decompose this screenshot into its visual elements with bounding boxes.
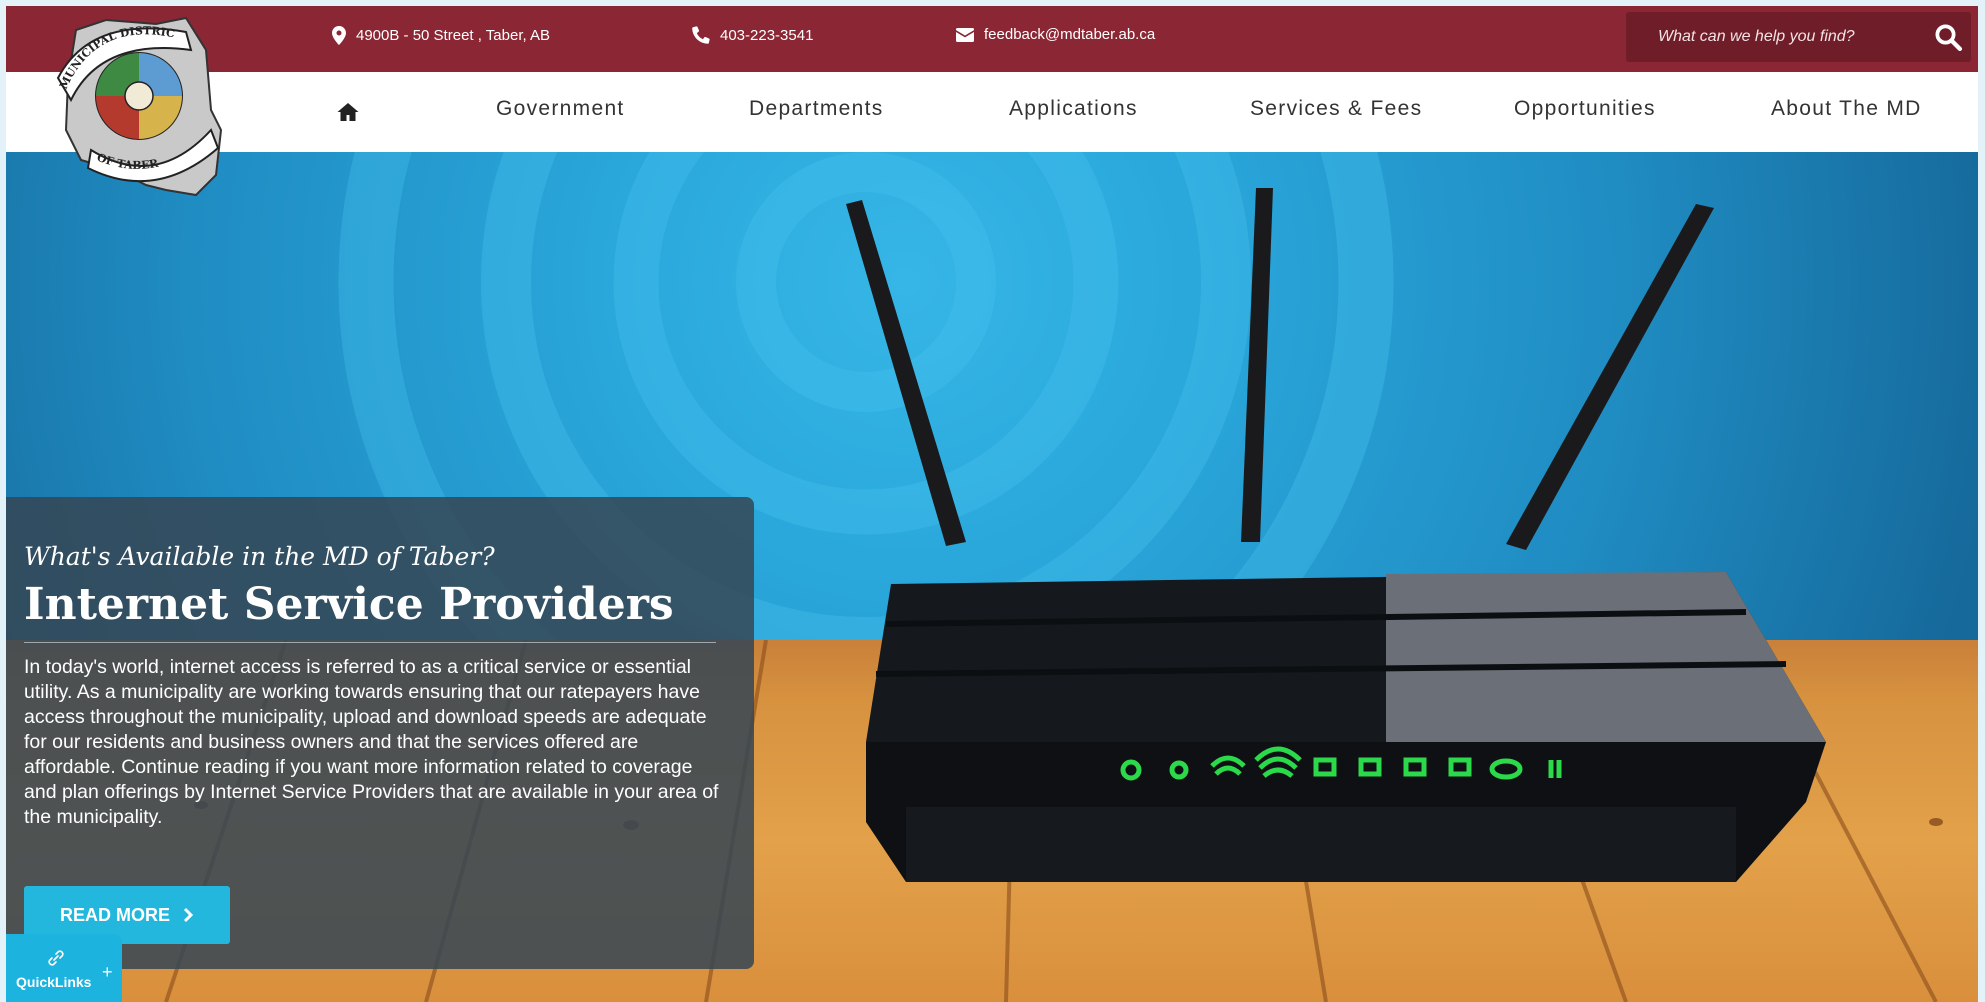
nav-item-opportunities[interactable]: Opportunities: [1514, 97, 1656, 121]
phone-text: 403-223-3541: [720, 26, 814, 44]
quicklinks-label: QuickLinks: [16, 974, 92, 990]
address-text: 4900B - 50 Street , Taber, AB: [356, 27, 551, 44]
plus-icon: +: [102, 962, 113, 982]
md-taber-logo[interactable]: MUNICIPAL DISTRICT OF TABER: [36, 10, 236, 200]
quicklinks-tab[interactable]: QuickLinks +: [6, 934, 122, 1002]
phone-link[interactable]: 403-223-3541: [692, 26, 813, 44]
nav-item-departments[interactable]: Departments: [749, 97, 884, 121]
hero-subtitle: What's Available in the MD of Taber?: [24, 542, 495, 571]
email-link[interactable]: feedback@mdtaber.ab.ca: [956, 26, 1155, 43]
envelope-icon: [956, 27, 974, 42]
phone-icon: [692, 26, 710, 44]
hero-banner: What's Available in the MD of Taber? Int…: [6, 152, 1978, 1002]
home-icon[interactable]: [336, 100, 360, 124]
nav-item-applications[interactable]: Applications: [1009, 97, 1138, 121]
search-icon[interactable]: [1933, 22, 1963, 52]
map-pin-icon: [332, 26, 346, 45]
chevron-right-icon: [183, 907, 194, 923]
main-nav: Government Departments Applications Serv…: [6, 72, 1978, 152]
search-box: [1626, 12, 1971, 62]
wifi-router-image: [846, 188, 1826, 882]
search-input[interactable]: [1626, 12, 1916, 62]
hero-title: Internet Service Providers: [24, 579, 674, 630]
email-text: feedback@mdtaber.ab.ca: [984, 26, 1156, 43]
nav-item-about[interactable]: About The MD: [1771, 97, 1922, 121]
hero-info-panel: What's Available in the MD of Taber? Int…: [6, 497, 754, 969]
nav-item-services-fees[interactable]: Services & Fees: [1250, 97, 1422, 121]
address-link[interactable]: 4900B - 50 Street , Taber, AB: [332, 26, 550, 45]
read-more-label: READ MORE: [59, 904, 170, 925]
title-divider: [24, 642, 716, 643]
nav-item-government[interactable]: Government: [496, 97, 625, 121]
hero-body-text: In today's world, internet access is ref…: [24, 656, 719, 828]
link-icon: [48, 950, 64, 966]
top-bar: 4900B - 50 Street , Taber, AB 403-223-35…: [6, 6, 1978, 72]
page-frame: 4900B - 50 Street , Taber, AB 403-223-35…: [6, 6, 1978, 1002]
